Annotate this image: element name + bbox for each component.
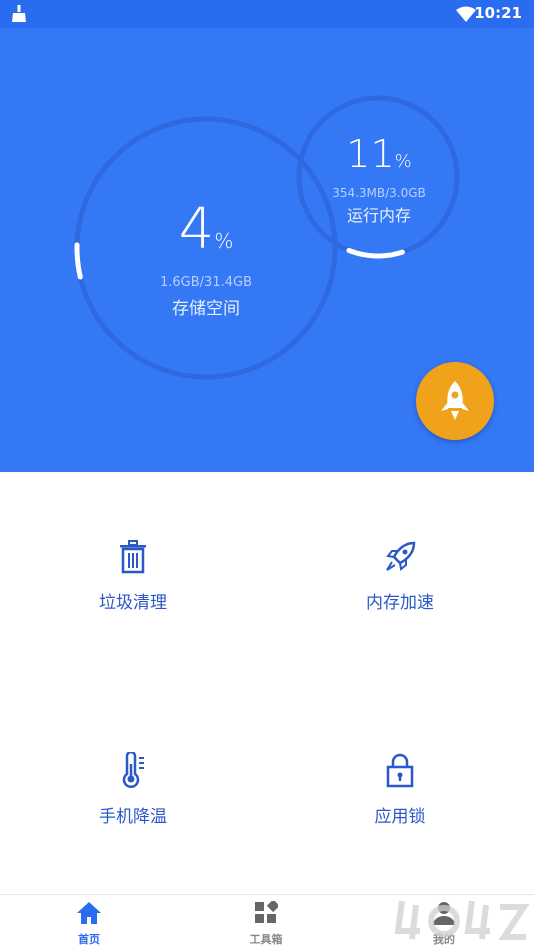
storage-summary[interactable]: 4% 1.6GB/31.4GB 存储空间 [96, 197, 316, 320]
status-time: 10:21 [474, 4, 522, 22]
storage-label: 存储空间 [172, 299, 240, 319]
toolbox-icon [255, 899, 280, 923]
watermark-logo [394, 900, 530, 940]
rocket-icon [386, 541, 416, 571]
feature-label: 内存加速 [366, 593, 434, 613]
feature-label: 应用锁 [374, 807, 426, 827]
thermometer-icon [122, 752, 144, 788]
boost-button[interactable] [416, 362, 494, 440]
ram-ring-progress [346, 247, 405, 259]
trash-icon [120, 540, 146, 574]
nav-item-toolbox[interactable]: 工具箱 [226, 899, 306, 947]
feature-junk-clean[interactable]: 垃圾清理 [33, 540, 233, 613]
wifi-icon [456, 6, 476, 22]
nav-label: 首页 [78, 933, 100, 946]
lock-icon [386, 753, 414, 788]
rocket-icon [441, 381, 469, 420]
feature-cooldown[interactable]: 手机降温 [33, 752, 233, 827]
feature-label: 垃圾清理 [99, 593, 167, 613]
ram-detail: 354.3MB/3.0GB [332, 186, 426, 200]
storage-percent: 4% [178, 197, 234, 262]
ram-label: 运行内存 [346, 206, 411, 225]
storage-detail: 1.6GB/31.4GB [160, 275, 252, 290]
feature-label: 手机降温 [99, 807, 167, 827]
ram-percent: 11% [346, 132, 412, 176]
storage-ring-progress [74, 242, 83, 280]
broom-icon [12, 5, 26, 22]
nav-label: 工具箱 [249, 933, 283, 946]
ram-summary[interactable]: 11% 354.3MB/3.0GB 运行内存 [299, 132, 459, 226]
status-bar: 10:21 [0, 0, 534, 28]
feature-app-lock[interactable]: 应用锁 [300, 752, 500, 827]
feature-memory-boost[interactable]: 内存加速 [300, 540, 500, 613]
home-icon [77, 902, 101, 924]
nav-item-home[interactable]: 首页 [49, 901, 129, 947]
